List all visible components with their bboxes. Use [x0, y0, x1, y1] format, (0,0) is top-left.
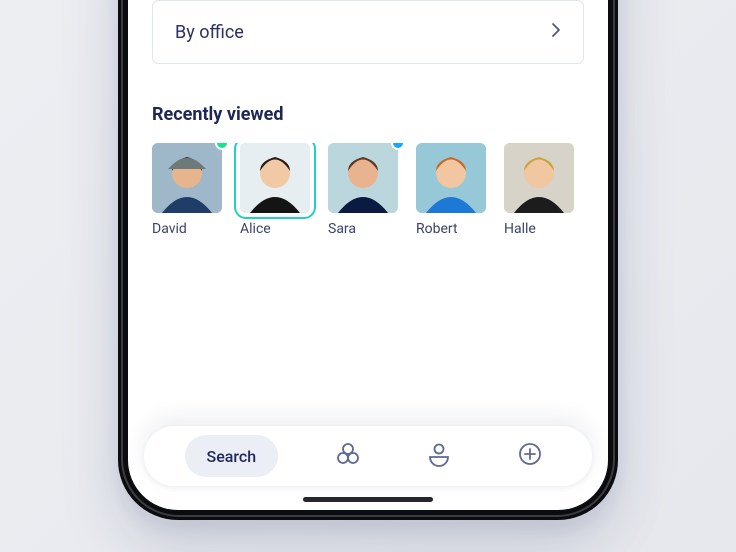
- recently-viewed-title: Recently viewed: [152, 104, 584, 125]
- avatar: [504, 143, 574, 213]
- bottom-nav: Search: [144, 426, 592, 486]
- status-dot-icon: [217, 143, 227, 148]
- nav-profile[interactable]: [418, 435, 460, 477]
- profile-icon: [425, 440, 453, 472]
- home-indicator: [303, 497, 433, 502]
- nav-search-label: Search: [207, 447, 257, 466]
- filter-by-office-label: By office: [175, 22, 244, 43]
- status-dot-icon: [393, 143, 403, 148]
- person-card[interactable]: Sara: [328, 143, 398, 237]
- nav-add[interactable]: [509, 435, 551, 477]
- person-card[interactable]: Halle: [504, 143, 574, 237]
- groups-icon: [334, 440, 362, 472]
- person-name: David: [152, 221, 222, 237]
- recently-viewed-list[interactable]: David Alice Sara Robert: [152, 143, 584, 245]
- avatar: [328, 143, 398, 213]
- phone-frame: By office Recently viewed David Alice: [118, 0, 618, 520]
- person-card[interactable]: Robert: [416, 143, 486, 237]
- plus-circle-icon: [516, 440, 544, 472]
- avatar: [152, 143, 222, 213]
- person-name: Alice: [240, 221, 310, 237]
- person-name: Robert: [416, 221, 486, 237]
- filter-card: By office: [152, 0, 584, 64]
- person-card[interactable]: David: [152, 143, 222, 237]
- nav-groups[interactable]: [327, 435, 369, 477]
- person-card[interactable]: Alice: [240, 143, 310, 237]
- chevron-right-icon: [551, 22, 561, 43]
- filter-by-office[interactable]: By office: [153, 1, 583, 63]
- avatar: [240, 143, 310, 213]
- app-screen: By office Recently viewed David Alice: [128, 0, 608, 510]
- person-name: Sara: [328, 221, 398, 237]
- avatar: [416, 143, 486, 213]
- person-name: Halle: [504, 221, 574, 237]
- nav-search[interactable]: Search: [185, 435, 279, 477]
